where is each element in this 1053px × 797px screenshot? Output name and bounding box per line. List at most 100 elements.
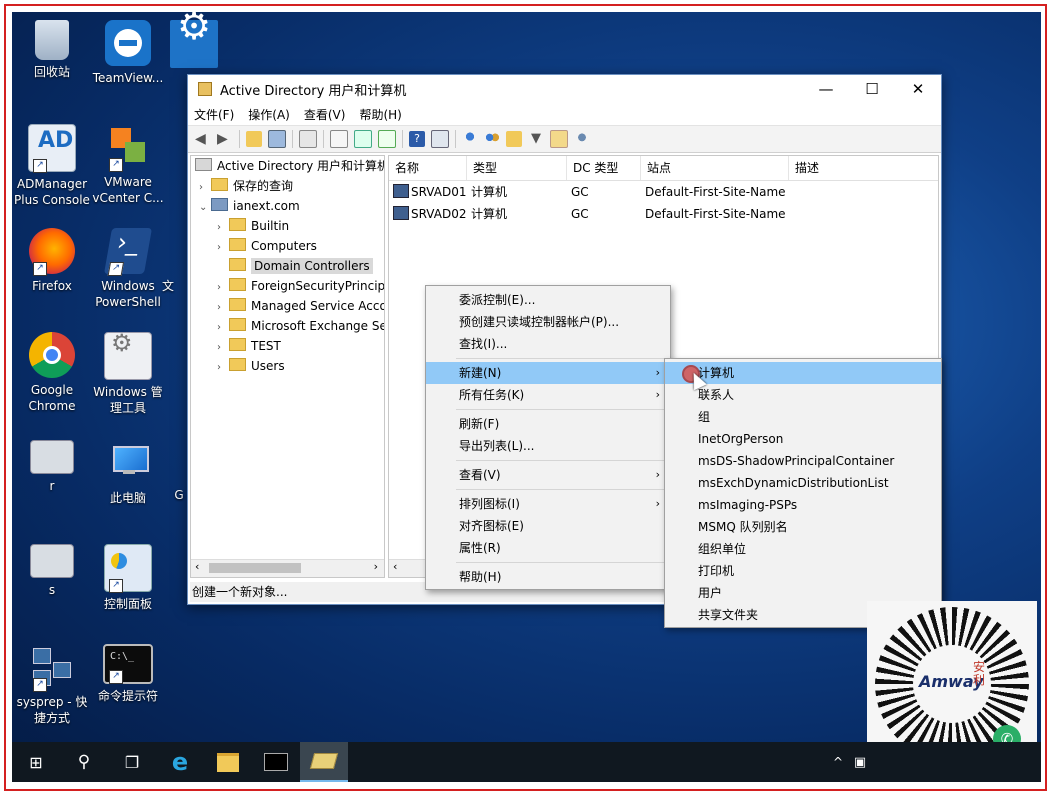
tree-root[interactable]: Active Directory 用户和计算机 [191,156,384,176]
taskbar-cmd[interactable] [252,742,300,782]
desktop-icon-partial-1[interactable]: 文 [158,278,178,294]
menu-item-help[interactable]: 帮助(H) [426,566,670,588]
desktop-icon-recycle-bin[interactable]: 回收站 [12,20,92,80]
tree-item-ou[interactable]: › TEST [191,336,384,356]
submenu-item-printer[interactable]: 打印机 [665,560,941,582]
scroll-right-icon[interactable]: › [374,560,378,573]
table-row[interactable]: SRVAD01 计算机 GC Default-First-Site-Name [389,181,938,203]
desktop[interactable]: 回收站 AD ↗ ADManager Plus Console ↗ Firefo… [12,12,1041,782]
table-row[interactable]: SRVAD02 计算机 GC Default-First-Site-Name [389,203,938,225]
chevron-right-icon[interactable]: › [217,238,229,258]
export-list-icon[interactable] [378,130,396,148]
scroll-thumb[interactable] [209,563,301,573]
desktop-icon-r[interactable]: r [12,440,92,494]
menu-item-properties[interactable]: 属性(R) [426,537,670,559]
submenu-item-exch-ddl[interactable]: msExchDynamicDistributionList [665,472,941,494]
tree-horizontal-scrollbar[interactable]: ‹ › [191,559,384,577]
console-icon[interactable] [431,130,449,148]
network-tray-icon[interactable]: ▣ [849,755,871,770]
tree-item-ou[interactable]: › Microsoft Exchange Se [191,316,384,336]
menu-item-new[interactable]: 新建(N) › [426,362,670,384]
desktop-icon-firefox[interactable]: ↗ Firefox [12,228,92,294]
maximize-button[interactable]: ☐ [849,75,895,103]
desktop-icon-cmd[interactable]: C:\_ ↗ 命令提示符 [88,644,168,704]
tree-item-domain[interactable]: ⌄ ianext.com [191,196,384,216]
refresh-icon[interactable] [354,130,372,148]
up-folder-icon[interactable] [246,131,262,147]
clipboard-icon[interactable] [299,130,317,148]
menu-item-all-tasks[interactable]: 所有任务(K) › [426,384,670,406]
column-type[interactable]: 类型 [467,156,567,180]
menu-item-refresh[interactable]: 刷新(F) [426,413,670,435]
submenu-item-shadow-principal[interactable]: msDS-ShadowPrincipalContainer [665,450,941,472]
tray-chevron-up-icon[interactable]: ^ [827,755,849,769]
menu-help[interactable]: 帮助(H) [359,106,401,123]
taskbar-aduc[interactable] [300,742,348,782]
chevron-right-icon[interactable]: › [217,318,229,338]
title-bar[interactable]: Active Directory 用户和计算机 — ☐ ✕ [188,75,941,103]
new-ou-icon[interactable] [506,131,522,147]
menu-item-export-list[interactable]: 导出列表(L)... [426,435,670,457]
menu-item-view[interactable]: 查看(V) › [426,464,670,486]
menu-item-find[interactable]: 查找(I)... [426,333,670,355]
chevron-right-icon[interactable]: › [217,338,229,358]
taskbar-ie[interactable]: e [156,742,204,782]
desktop-icon-this-pc[interactable]: 此电脑 [88,440,168,506]
tree-item-ou[interactable]: › ForeignSecurityPrincipa [191,276,384,296]
new-user-icon[interactable] [462,131,478,147]
add-to-group-icon[interactable] [574,131,590,147]
chevron-right-icon[interactable]: › [217,298,229,318]
tree-item-ou[interactable]: › Builtin [191,216,384,236]
desktop-icon-vmware[interactable]: ↗ VMware vCenter C... [88,124,168,206]
forward-arrow-icon[interactable]: ▶ [217,131,233,147]
menu-item-delegate-control[interactable]: 委派控制(E)... [426,289,670,311]
submenu-item-contact[interactable]: 联系人 [665,384,941,406]
menu-view[interactable]: 查看(V) [304,106,346,123]
chevron-right-icon[interactable]: › [199,178,211,198]
chevron-right-icon[interactable]: › [217,358,229,378]
tree-item-ou-selected[interactable]: Domain Controllers [191,256,384,276]
tree-item-saved-queries[interactable]: › 保存的查询 [191,176,384,196]
submenu-item-computer[interactable]: 计算机 [665,362,941,384]
submenu-item-ou[interactable]: 组织单位 [665,538,941,560]
find-icon[interactable] [550,130,568,148]
chevron-right-icon[interactable]: › [217,218,229,238]
chevron-down-icon[interactable]: ⌄ [199,198,211,218]
desktop-icon-chrome[interactable]: Google Chrome [12,332,92,414]
start-button[interactable]: ⊞ [12,742,60,782]
menu-item-prestage-rodc[interactable]: 预创建只读域控制器帐户(P)... [426,311,670,333]
desktop-icon-partial-2[interactable]: G [172,487,186,503]
scroll-left-icon[interactable]: ‹ [393,560,397,573]
column-name[interactable]: 名称 [389,156,467,180]
submenu-item-imaging-psps[interactable]: msImaging-PSPs [665,494,941,516]
taskbar-file-explorer[interactable] [204,742,252,782]
filter-icon[interactable]: ▼ [528,131,544,147]
desktop-icon-s[interactable]: s [12,544,92,598]
menu-action[interactable]: 操作(A) [248,106,290,123]
show-tree-icon[interactable] [268,130,286,148]
minimize-button[interactable]: — [803,75,849,103]
tree-item-ou[interactable]: › Managed Service Acco [191,296,384,316]
tree-item-ou[interactable]: › Computers [191,236,384,256]
submenu-item-msmq-alias[interactable]: MSMQ 队列别名 [665,516,941,538]
desktop-icon-teamviewer[interactable]: TeamView... [88,20,168,86]
close-button[interactable]: ✕ [895,75,941,103]
task-view-button[interactable]: ❐ [108,742,156,782]
desktop-icon-admin-tools[interactable]: ⚙ Windows 管理工具 [88,331,168,416]
desktop-icon-sysprep[interactable]: ↗ sysprep - 快捷方式 [12,644,92,726]
properties-icon[interactable] [330,130,348,148]
desktop-icon-powershell[interactable]: ›_ ↗ Windows PowerShell [88,228,168,310]
scroll-left-icon[interactable]: ‹ [195,560,199,573]
tree-item-ou[interactable]: › Users [191,356,384,376]
submenu-item-inetorgperson[interactable]: InetOrgPerson [665,428,941,450]
desktop-icon-admanager[interactable]: AD ↗ ADManager Plus Console [12,124,92,208]
tree-pane[interactable]: Active Directory 用户和计算机 › 保存的查询 ⌄ ianext.c… [190,155,385,578]
desktop-icon-settings[interactable]: ⚙ [164,12,224,72]
column-dc-type[interactable]: DC 类型 [567,156,641,180]
new-group-icon[interactable] [484,131,500,147]
help-icon[interactable]: ? [409,131,425,147]
submenu-item-group[interactable]: 组 [665,406,941,428]
menu-item-line-up-icons[interactable]: 对齐图标(E) [426,515,670,537]
desktop-icon-control-panel[interactable]: ↗ 控制面板 [88,544,168,612]
chevron-right-icon[interactable]: › [217,278,229,298]
